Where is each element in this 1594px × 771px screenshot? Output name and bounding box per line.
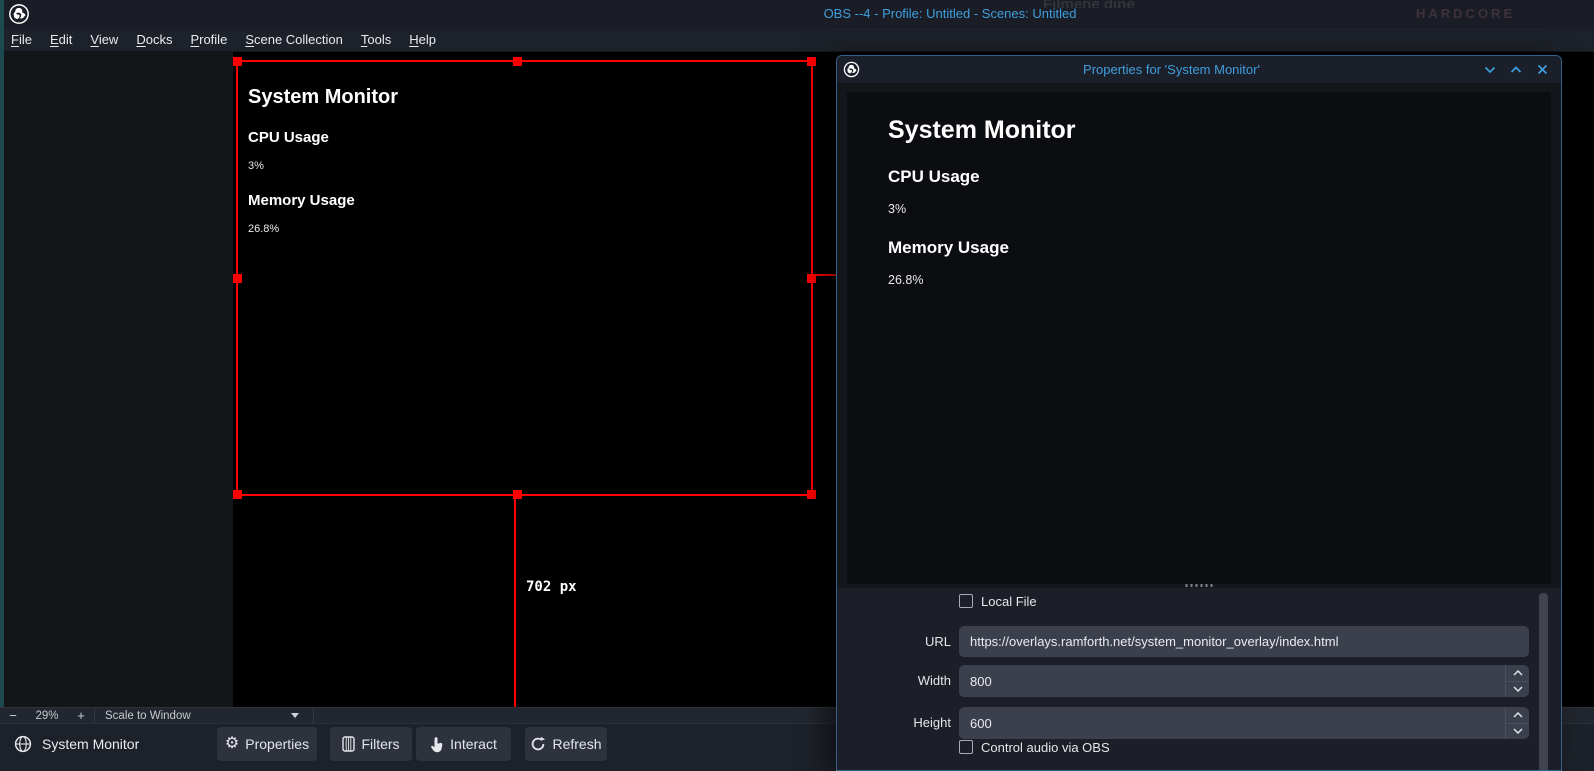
chevron-up-icon	[1513, 712, 1523, 718]
local-file-label: Local File	[981, 594, 1037, 609]
properties-button-label: Properties	[245, 736, 309, 752]
gear-icon: ⚙	[225, 736, 239, 752]
interact-button[interactable]: Interact	[416, 727, 511, 761]
dialog-overlay-content: System Monitor CPU Usage 3% Memory Usage…	[888, 116, 1076, 287]
overlay-title: System Monitor	[888, 116, 1076, 145]
form-scrollbar[interactable]	[1539, 593, 1548, 771]
scale-dropdown-arrow-icon[interactable]	[291, 713, 299, 718]
overlay-cpu-value: 3%	[888, 202, 1076, 216]
filters-button[interactable]: Filters	[330, 727, 412, 761]
menu-tools[interactable]: Tools	[352, 28, 400, 52]
properties-dialog: Properties for 'System Monitor'	[836, 55, 1562, 771]
ghost-text-left: Filmene dine	[1043, 0, 1135, 8]
overlay-mem-value: 26.8%	[888, 273, 1076, 287]
height-label: Height	[877, 715, 951, 730]
height-field	[959, 707, 1529, 739]
zoom-level: 29%	[26, 710, 68, 722]
browser-source-globe-icon	[14, 735, 32, 753]
chevron-up-icon	[1513, 670, 1523, 676]
refresh-icon	[530, 736, 546, 752]
refresh-button-label: Refresh	[552, 736, 601, 752]
window-title: OBS --4 - Profile: Untitled - Scenes: Un…	[700, 6, 1200, 21]
zoom-out-button[interactable]: −	[0, 708, 26, 723]
properties-dialog-title: Properties for 'System Monitor'	[860, 62, 1483, 77]
close-icon	[1537, 64, 1548, 75]
zoom-in-button[interactable]: +	[68, 708, 94, 723]
menu-view[interactable]: View	[81, 28, 127, 52]
overlay-cpu-label: CPU Usage	[888, 167, 1076, 187]
resize-handle-bottom-right[interactable]	[807, 490, 816, 499]
chevron-up-icon	[1510, 66, 1522, 74]
width-label: Width	[877, 673, 951, 688]
dock-float-up-button[interactable]	[1509, 63, 1523, 77]
menu-file[interactable]: File	[2, 28, 41, 52]
resize-handle-top-center[interactable]	[513, 57, 522, 66]
dock-float-down-button[interactable]	[1483, 63, 1497, 77]
menu-bar: File Edit View Docks Profile Scene Colle…	[0, 28, 1594, 52]
resize-handle-top-left[interactable]	[233, 57, 242, 66]
spin-down-button[interactable]	[1506, 724, 1529, 740]
dialog-header-buttons	[1483, 63, 1549, 77]
height-input[interactable]	[959, 707, 1529, 739]
chevron-down-icon	[1513, 728, 1523, 734]
url-label: URL	[877, 634, 951, 649]
local-file-checkbox[interactable]	[959, 594, 973, 608]
menu-scene-collection[interactable]: Scene Collection	[236, 28, 352, 52]
spin-up-button[interactable]	[1506, 707, 1529, 724]
dock-edge-strip	[0, 0, 4, 707]
obs-logo-icon	[8, 3, 30, 25]
chevron-down-icon	[1484, 66, 1496, 74]
refresh-button[interactable]: Refresh	[525, 727, 607, 761]
filters-icon	[342, 736, 355, 752]
dock-splitter-handle[interactable]	[1186, 584, 1213, 587]
measurement-label: 702 px	[526, 579, 577, 595]
ghost-text-right: HARDCORE	[1416, 6, 1515, 21]
properties-button[interactable]: ⚙ Properties	[217, 727, 317, 761]
width-input[interactable]	[959, 665, 1529, 697]
spin-up-button[interactable]	[1506, 665, 1529, 682]
control-audio-checkbox[interactable]	[959, 740, 973, 754]
resize-handle-middle-left[interactable]	[233, 274, 242, 283]
menu-help[interactable]: Help	[400, 28, 445, 52]
obs-logo-icon	[843, 61, 860, 78]
scale-mode-select[interactable]: Scale to Window	[95, 710, 205, 722]
menu-profile[interactable]: Profile	[181, 28, 236, 52]
source-selection-rect[interactable]	[236, 60, 813, 496]
dialog-source-preview: System Monitor CPU Usage 3% Memory Usage…	[847, 92, 1551, 584]
width-field	[959, 665, 1529, 697]
width-spinner	[1505, 665, 1529, 697]
height-spinner	[1505, 707, 1529, 739]
properties-dialog-header[interactable]: Properties for 'System Monitor'	[837, 56, 1561, 84]
interact-hand-icon	[430, 736, 444, 753]
overlay-mem-label: Memory Usage	[888, 238, 1076, 258]
titlebar: OBS --4 - Profile: Untitled - Scenes: Un…	[0, 0, 1594, 28]
url-input[interactable]	[959, 626, 1529, 657]
source-name: System Monitor	[42, 736, 139, 752]
chevron-down-icon	[1513, 686, 1523, 692]
resize-handle-bottom-left[interactable]	[233, 490, 242, 499]
measurement-line	[514, 497, 516, 707]
active-source-row: System Monitor	[14, 735, 139, 753]
menu-edit[interactable]: Edit	[41, 28, 81, 52]
properties-form: Local File URL Width	[837, 588, 1561, 771]
menu-docks[interactable]: Docks	[127, 28, 181, 52]
obs-main-window: OBS --4 - Profile: Untitled - Scenes: Un…	[0, 0, 1594, 771]
dialog-close-button[interactable]	[1535, 63, 1549, 77]
resize-handle-top-right[interactable]	[807, 57, 816, 66]
interact-button-label: Interact	[450, 736, 497, 752]
filters-button-label: Filters	[361, 736, 399, 752]
control-audio-label: Control audio via OBS	[981, 740, 1110, 755]
spin-down-button[interactable]	[1506, 682, 1529, 698]
separator	[313, 708, 314, 724]
